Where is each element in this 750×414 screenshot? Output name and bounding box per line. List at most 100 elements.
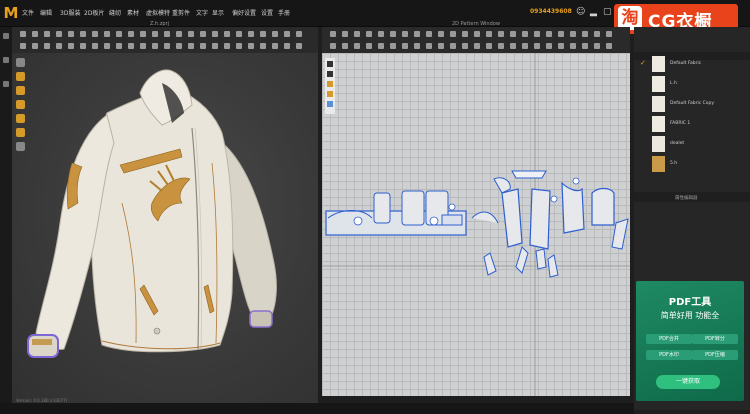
toolbar-button[interactable] — [522, 43, 528, 49]
toolbar-button[interactable] — [212, 31, 218, 37]
toolbar-button[interactable] — [366, 43, 372, 49]
toolbar-button[interactable] — [164, 31, 170, 37]
toolbar-button[interactable] — [176, 43, 182, 49]
menu-item[interactable]: 显示 — [212, 8, 224, 17]
toolbar-button[interactable] — [104, 43, 110, 49]
toolbar-button[interactable] — [224, 43, 230, 49]
menu-item[interactable]: 2D板片 — [84, 8, 104, 17]
toolbar-button[interactable] — [378, 31, 384, 37]
menu-item[interactable]: 编辑 — [40, 8, 52, 17]
toolbar-button[interactable] — [570, 43, 576, 49]
garment-icon[interactable] — [16, 86, 25, 95]
toolbar-button[interactable] — [284, 31, 290, 37]
select-icon[interactable] — [327, 71, 333, 77]
toolbar-button[interactable] — [212, 43, 218, 49]
toolbar-button[interactable] — [426, 31, 432, 37]
toolbar-button[interactable] — [450, 31, 456, 37]
toolbar-button[interactable] — [438, 31, 444, 37]
toolbar-button[interactable] — [128, 43, 134, 49]
toolbar-button[interactable] — [606, 31, 612, 37]
toolbar-button[interactable] — [20, 31, 26, 37]
toolbar-button[interactable] — [438, 43, 444, 49]
toolbar-button[interactable] — [68, 43, 74, 49]
ad-chip[interactable]: PDF合并 — [646, 334, 692, 344]
toolbar-button[interactable] — [152, 31, 158, 37]
toolbar-button[interactable] — [92, 43, 98, 49]
toolbar-button[interactable] — [272, 43, 278, 49]
toolbar-button[interactable] — [248, 31, 254, 37]
toolbar-button[interactable] — [414, 31, 420, 37]
toolbar-button[interactable] — [582, 31, 588, 37]
fabric-list-item[interactable]: L.h — [640, 74, 750, 94]
toolbar-button[interactable] — [296, 43, 302, 49]
toolbar-button[interactable] — [224, 31, 230, 37]
toolbar-button[interactable] — [594, 31, 600, 37]
render-icon[interactable] — [16, 142, 25, 151]
menu-item[interactable]: 文字 — [196, 8, 208, 17]
toolbar-button[interactable] — [414, 43, 420, 49]
fabric-list-item[interactable]: Default Fabric Copy — [640, 94, 750, 114]
ad-chip[interactable]: PDF转分 — [692, 334, 738, 344]
toolbar-button[interactable] — [200, 31, 206, 37]
toolbar-button[interactable] — [558, 31, 564, 37]
toolbar-button[interactable] — [80, 31, 86, 37]
toolbar-button[interactable] — [248, 43, 254, 49]
toolbar-button[interactable] — [342, 43, 348, 49]
camera-icon[interactable] — [16, 58, 25, 67]
toolbar-button[interactable] — [486, 43, 492, 49]
toolbar-button[interactable] — [450, 43, 456, 49]
toolbar-button[interactable] — [606, 43, 612, 49]
toolbar-button[interactable] — [272, 31, 278, 37]
menu-item[interactable]: 缝纫 — [109, 8, 121, 17]
toolbar-button[interactable] — [534, 31, 540, 37]
toolbar-button[interactable] — [546, 43, 552, 49]
toolbar-button[interactable] — [164, 43, 170, 49]
fabric-list-item[interactable]: dealet — [640, 134, 750, 154]
toolbar-button[interactable] — [510, 31, 516, 37]
toolbar-button[interactable] — [474, 43, 480, 49]
toolbar-button[interactable] — [498, 43, 504, 49]
toolbar-button[interactable] — [594, 43, 600, 49]
toolbar-button[interactable] — [330, 31, 336, 37]
toolbar-button[interactable] — [56, 31, 62, 37]
menu-item[interactable]: 3D服装 — [60, 8, 80, 17]
toolbar-button[interactable] — [462, 43, 468, 49]
toolbar-button[interactable] — [32, 31, 38, 37]
avatar-icon[interactable] — [16, 72, 25, 81]
toolbar-button[interactable] — [32, 43, 38, 49]
toolbar-button[interactable] — [200, 43, 206, 49]
viewport-3d[interactable] — [12, 53, 318, 403]
toolbar-button[interactable] — [236, 31, 242, 37]
menu-item[interactable]: 偏好设置 — [232, 8, 256, 17]
toolbar-button[interactable] — [188, 31, 194, 37]
toolbar-button[interactable] — [462, 31, 468, 37]
ad-chip[interactable]: PDF压缩 — [692, 350, 738, 360]
toolbar-button[interactable] — [116, 43, 122, 49]
toolbar-button[interactable] — [104, 31, 110, 37]
toolbar-button[interactable] — [330, 43, 336, 49]
toolbar-button[interactable] — [522, 31, 528, 37]
toolbar-button[interactable] — [56, 43, 62, 49]
menu-item[interactable]: 手册 — [278, 8, 290, 17]
modular-icon[interactable] — [3, 81, 9, 87]
minimize-icon[interactable]: ▂ — [590, 6, 597, 18]
fabric-list-item[interactable]: FABRIC 1 — [640, 114, 750, 134]
toolbar-button[interactable] — [92, 31, 98, 37]
menu-item[interactable]: 虚拟模特 — [146, 8, 170, 17]
maximize-icon[interactable]: ▢ — [603, 6, 612, 18]
toolbar-button[interactable] — [44, 43, 50, 49]
pattern-window-2d[interactable] — [322, 53, 630, 396]
menu-item[interactable]: 文件 — [22, 8, 34, 17]
toolbar-button[interactable] — [546, 31, 552, 37]
toolbar-button[interactable] — [68, 31, 74, 37]
transform-icon[interactable] — [327, 81, 333, 87]
toolbar-button[interactable] — [498, 31, 504, 37]
edit-pattern-icon[interactable] — [327, 61, 333, 67]
menu-item[interactable]: 素材 — [127, 8, 139, 17]
toolbar-button[interactable] — [570, 31, 576, 37]
toolbar-button[interactable] — [152, 43, 158, 49]
toolbar-button[interactable] — [80, 43, 86, 49]
toolbar-button[interactable] — [402, 31, 408, 37]
toolbar-button[interactable] — [558, 43, 564, 49]
toolbar-button[interactable] — [128, 31, 134, 37]
